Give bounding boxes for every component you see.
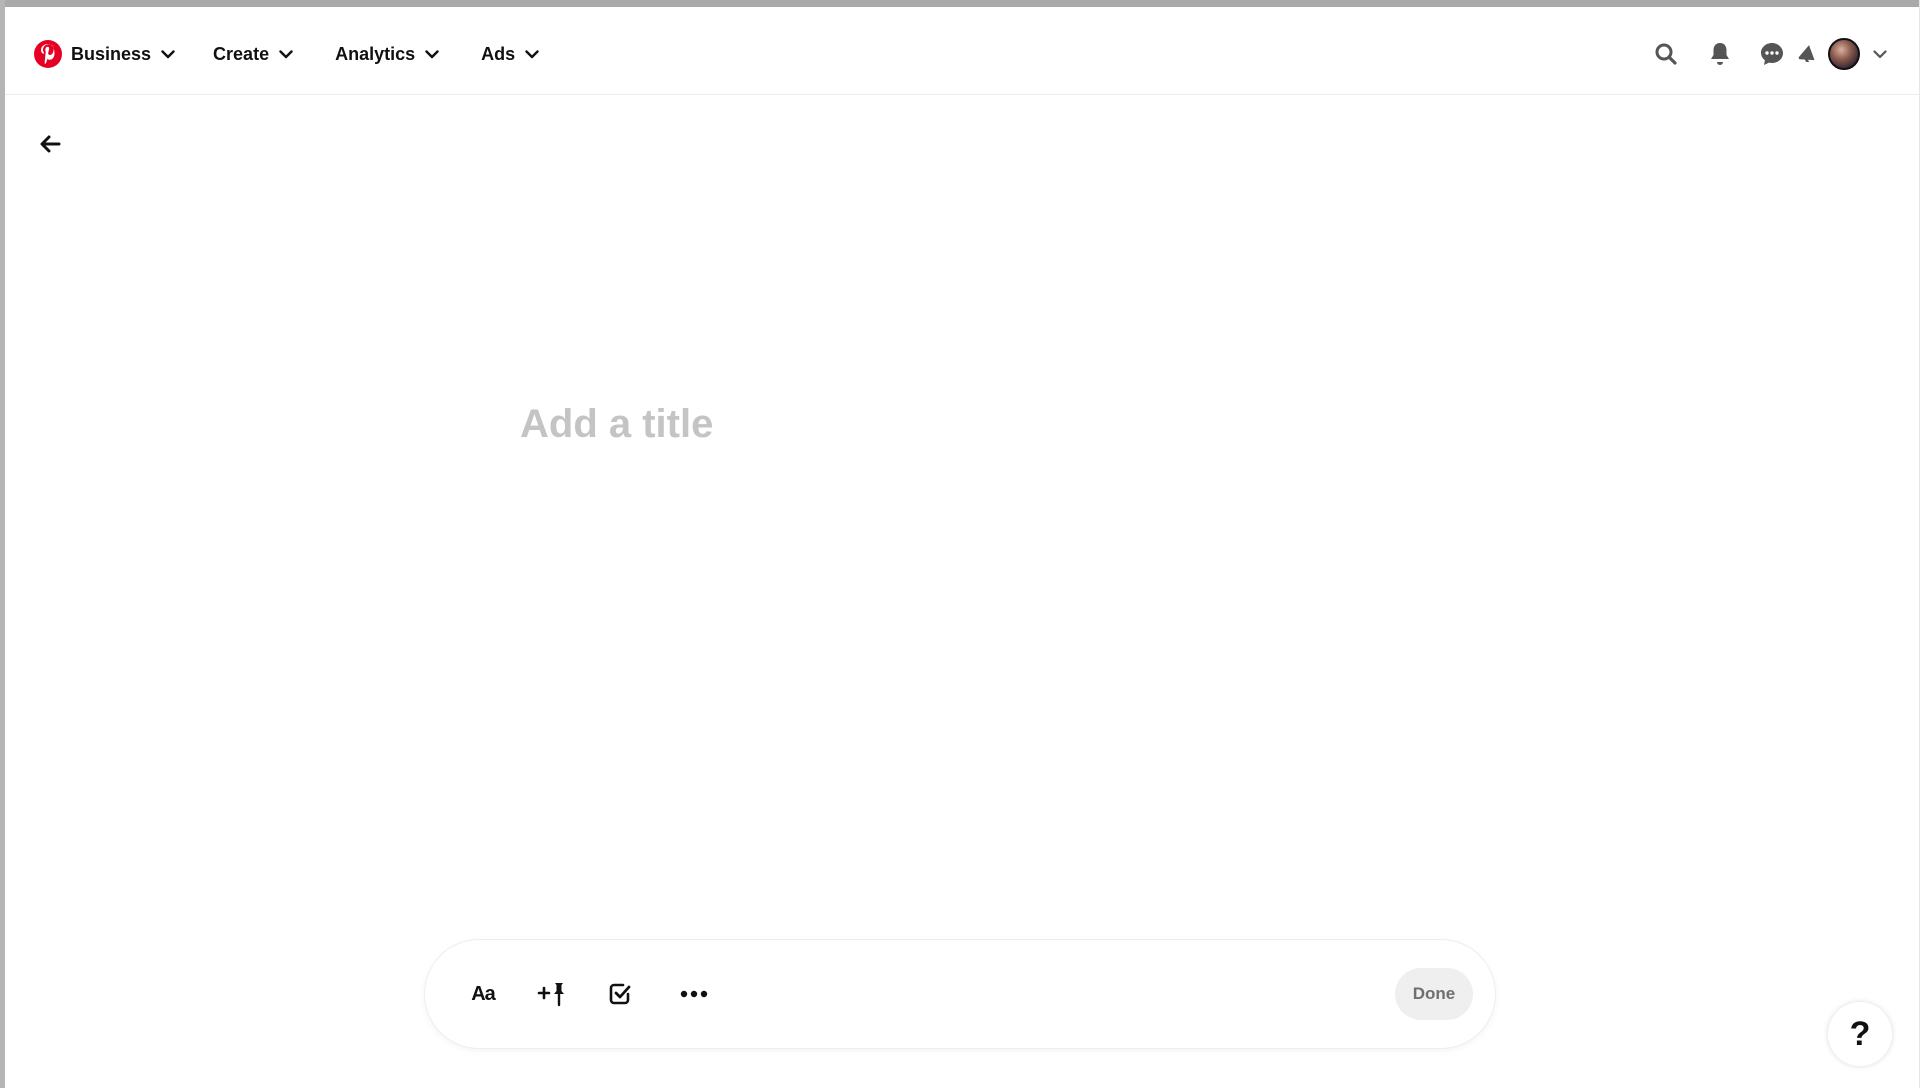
utility-nav — [1646, 34, 1896, 74]
more-options-button[interactable] — [674, 974, 714, 1014]
nav-create-label: Create — [213, 43, 270, 64]
more-icon — [680, 990, 708, 998]
chevron-down-icon — [279, 49, 293, 59]
arrow-left-icon — [39, 135, 61, 153]
add-pin-icon — [537, 981, 567, 1007]
app-window: Business Create Analytics Ads Add a titl… — [0, 0, 1920, 1088]
chevron-down-icon — [425, 49, 439, 59]
pinterest-logo-icon[interactable] — [34, 40, 62, 68]
done-button[interactable]: Done — [1395, 968, 1473, 1020]
window-top-edge — [0, 0, 1920, 7]
window-left-edge — [0, 0, 5, 1088]
title-input[interactable] — [520, 396, 1420, 452]
text-format-label: Aa — [471, 982, 496, 1005]
chat-icon[interactable] — [1752, 34, 1792, 74]
nav-ads-menu[interactable]: Ads — [481, 44, 539, 65]
nav-analytics-label: Analytics — [335, 43, 416, 64]
text-format-button[interactable]: Aa — [463, 974, 503, 1014]
back-button[interactable] — [30, 124, 70, 164]
help-button[interactable]: ? — [1828, 1002, 1892, 1066]
nav-business-label: Business — [71, 43, 152, 64]
add-pin-button[interactable] — [532, 974, 572, 1014]
chevron-down-icon — [161, 49, 175, 59]
nav-analytics-menu[interactable]: Analytics — [335, 44, 439, 65]
checklist-button[interactable] — [600, 974, 640, 1014]
chevron-down-icon[interactable] — [1864, 34, 1896, 74]
avatar[interactable] — [1828, 38, 1860, 70]
primary-nav: Business Create Analytics Ads — [34, 36, 581, 72]
chevron-down-icon — [525, 49, 539, 59]
help-label: ? — [1849, 1014, 1871, 1053]
search-icon[interactable] — [1646, 34, 1686, 74]
megaphone-icon[interactable] — [1792, 34, 1824, 74]
top-navigation-bar: Business Create Analytics Ads — [5, 7, 1920, 95]
checklist-icon — [608, 982, 632, 1006]
bell-icon[interactable] — [1700, 34, 1740, 74]
editor-toolbar: Aa Done — [425, 940, 1495, 1048]
nav-ads-label: Ads — [481, 43, 516, 64]
nav-business-menu[interactable]: Business — [71, 44, 175, 65]
nav-create-menu[interactable]: Create — [213, 44, 293, 65]
